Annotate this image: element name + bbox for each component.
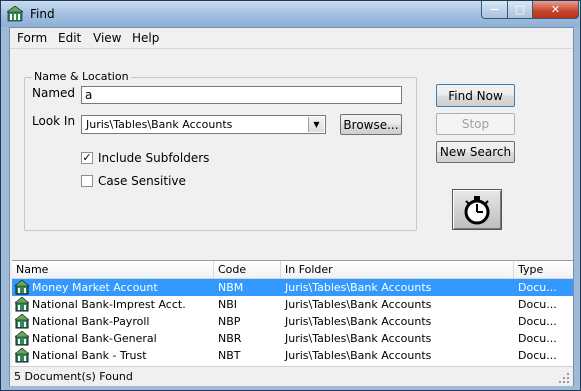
list-header: Name Code In Folder Type: [12, 261, 573, 279]
title-bar[interactable]: Find — □ ✕: [1, 1, 580, 27]
building-icon: [15, 280, 29, 295]
group-title: Name & Location: [32, 70, 131, 83]
checkmark-icon: ✓: [82, 151, 92, 164]
maximize-button[interactable]: □: [507, 1, 533, 19]
list-item[interactable]: National Bank - Trust NBT Juris\Tables\B…: [12, 347, 573, 364]
stop-button[interactable]: Stop: [436, 113, 515, 135]
resize-grip-icon[interactable]: [559, 373, 570, 384]
case-sensitive-label: Case Sensitive: [98, 174, 186, 188]
menu-form[interactable]: Form: [17, 31, 47, 45]
row-code: NBI: [218, 298, 238, 311]
stopwatch-icon: [464, 195, 490, 224]
menu-view[interactable]: View: [93, 31, 121, 45]
building-icon: [15, 314, 29, 329]
list-item[interactable]: National Bank-Payroll NBP Juris\Tables\B…: [12, 313, 573, 330]
column-code[interactable]: Code: [214, 261, 281, 278]
list-item[interactable]: National Bank-General NBR Juris\Tables\B…: [12, 330, 573, 347]
menu-help[interactable]: Help: [132, 31, 159, 45]
close-button[interactable]: ✕: [532, 1, 579, 19]
row-code: NBR: [218, 332, 242, 345]
find-window: Find — □ ✕ Form Edit View Help Name & Lo…: [0, 0, 581, 391]
row-folder: Juris\Tables\Bank Accounts: [285, 281, 432, 294]
building-icon: [15, 348, 29, 363]
menu-edit[interactable]: Edit: [58, 31, 81, 45]
status-text: 5 Document(s) Found: [14, 370, 133, 383]
row-name: National Bank-Imprest Acct.: [32, 298, 186, 311]
row-code: NBP: [218, 315, 241, 328]
row-folder: Juris\Tables\Bank Accounts: [285, 298, 432, 311]
include-subfolders-label: Include Subfolders: [98, 151, 210, 165]
maximize-icon: □: [514, 3, 526, 16]
results-list[interactable]: Name Code In Folder Type Money Market Ac…: [12, 260, 573, 366]
row-type: Docu...: [518, 349, 557, 362]
dialog-body: Form Edit View Help Name & Location Name…: [9, 27, 574, 386]
look-in-select[interactable]: Juris\Tables\Bank Accounts ▼: [81, 115, 326, 134]
row-type: Docu...: [518, 281, 557, 294]
search-animation: [452, 189, 502, 230]
row-folder: Juris\Tables\Bank Accounts: [285, 315, 432, 328]
close-icon: ✕: [550, 3, 561, 16]
window-title: Find: [30, 7, 55, 21]
row-name: Money Market Account: [32, 281, 158, 294]
column-folder[interactable]: In Folder: [281, 261, 514, 278]
browse-button[interactable]: Browse...: [340, 114, 402, 135]
row-name: National Bank-General: [32, 332, 157, 345]
column-name[interactable]: Name: [12, 261, 214, 278]
row-code: NBT: [218, 349, 241, 362]
find-now-button[interactable]: Find Now: [436, 84, 515, 107]
minimize-button[interactable]: —: [481, 1, 508, 19]
row-folder: Juris\Tables\Bank Accounts: [285, 332, 432, 345]
chevron-down-icon[interactable]: ▼: [308, 117, 324, 132]
status-bar: 5 Document(s) Found: [10, 366, 573, 386]
row-name: National Bank - Trust: [32, 349, 147, 362]
row-folder: Juris\Tables\Bank Accounts: [285, 349, 432, 362]
building-icon: [15, 297, 29, 312]
row-type: Docu...: [518, 298, 557, 311]
column-type[interactable]: Type: [514, 261, 573, 278]
look-in-value: Juris\Tables\Bank Accounts: [86, 118, 233, 131]
row-code: NBM: [218, 281, 244, 294]
list-item[interactable]: Money Market Account NBM Juris\Tables\Ba…: [12, 279, 573, 296]
named-input[interactable]: [81, 86, 402, 104]
menu-bar: Form Edit View Help: [10, 28, 573, 49]
named-label: Named: [32, 86, 76, 100]
building-icon: [7, 6, 23, 22]
case-sensitive-checkbox[interactable]: [81, 175, 93, 187]
row-name: National Bank-Payroll: [32, 315, 150, 328]
look-in-label: Look In: [32, 114, 76, 128]
new-search-button[interactable]: New Search: [436, 141, 515, 163]
row-type: Docu...: [518, 315, 557, 328]
building-icon: [15, 331, 29, 346]
list-item[interactable]: National Bank-Imprest Acct. NBI Juris\Ta…: [12, 296, 573, 313]
include-subfolders-checkbox[interactable]: ✓: [81, 152, 93, 164]
minimize-icon: —: [490, 4, 499, 15]
row-type: Docu...: [518, 332, 557, 345]
